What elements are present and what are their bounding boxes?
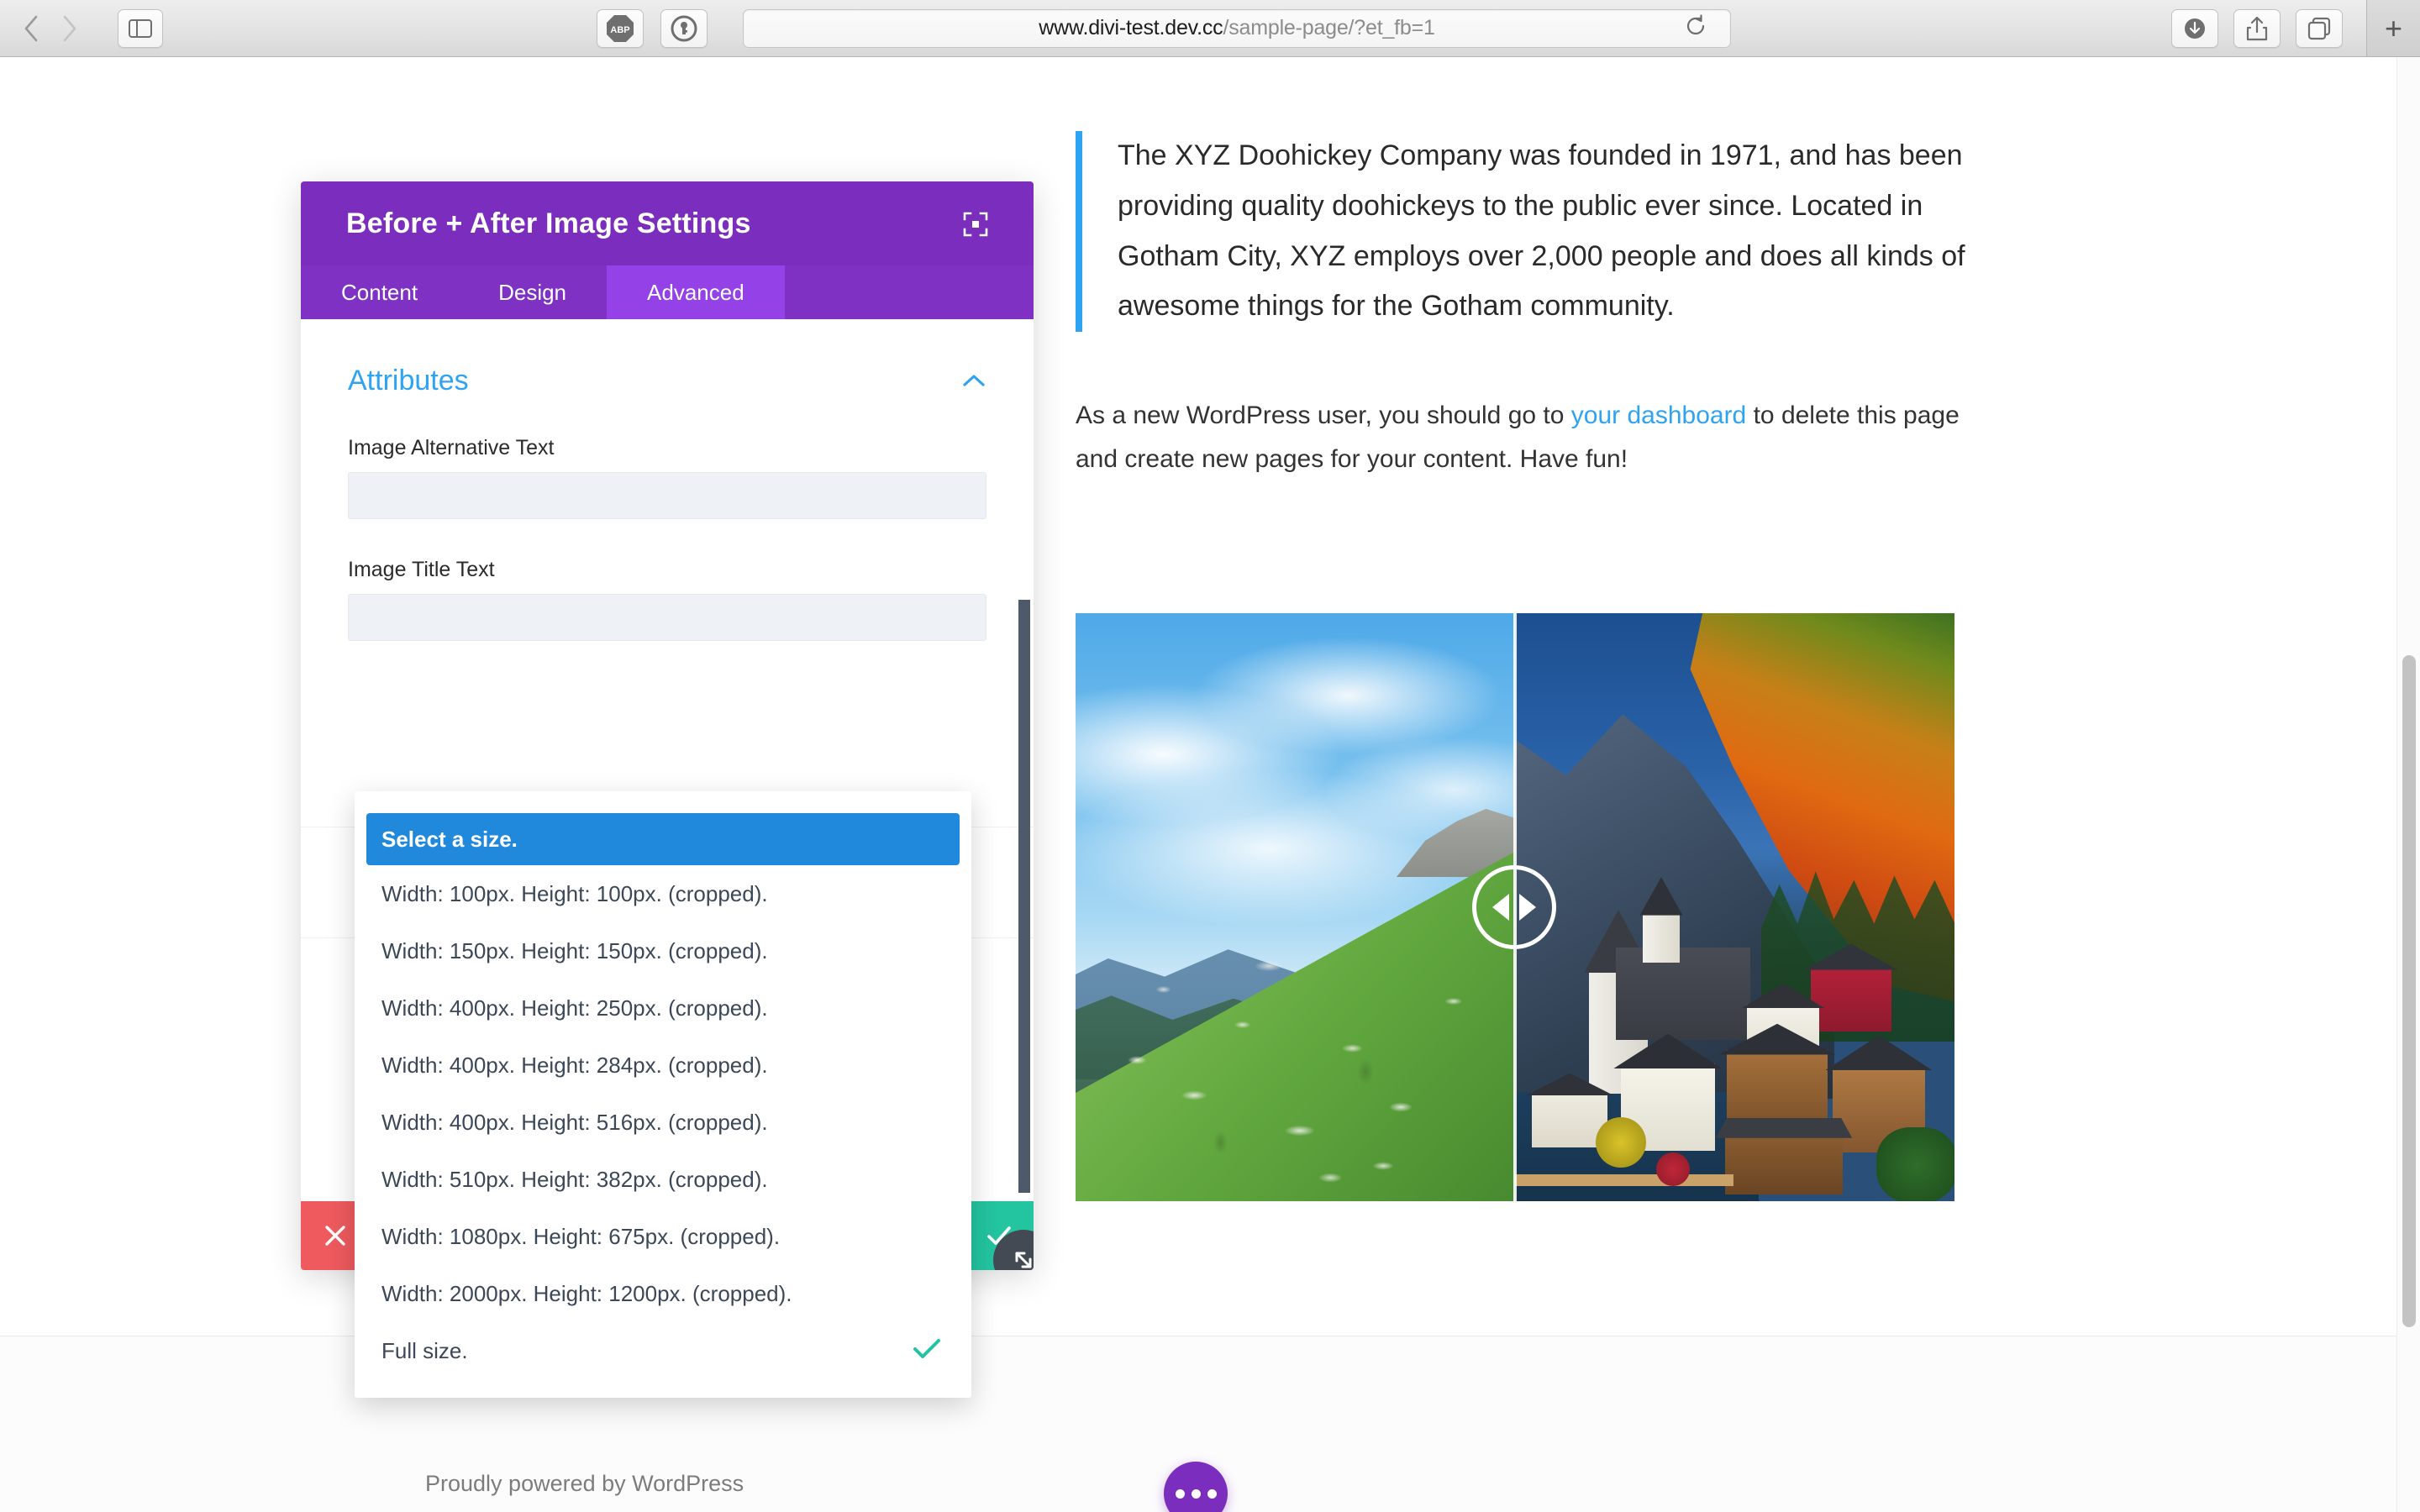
dropdown-item-label: Width: 400px. Height: 284px. (cropped). bbox=[381, 1052, 768, 1078]
svg-text:ABP: ABP bbox=[610, 25, 629, 35]
cancel-x-icon bbox=[325, 1226, 345, 1246]
attributes-section-header[interactable]: Attributes bbox=[301, 319, 1034, 397]
abp-icon: ABP bbox=[607, 14, 634, 42]
reload-icon bbox=[1686, 14, 1705, 35]
password-manager-button[interactable] bbox=[660, 8, 708, 48]
dropdown-item-label: Width: 400px. Height: 516px. (cropped). bbox=[381, 1109, 768, 1135]
before-scattered-rocks bbox=[1076, 613, 1515, 1201]
checkmark-icon bbox=[913, 1336, 941, 1365]
tab-advanced[interactable]: Advanced bbox=[607, 265, 785, 319]
back-button[interactable] bbox=[12, 9, 50, 48]
url-text: www.divi-test.dev.cc/sample-page/?et_fb=… bbox=[1039, 16, 1435, 40]
slider-right-arrow-icon bbox=[1519, 894, 1536, 921]
dropdown-item-label: Width: 150px. Height: 150px. (cropped). bbox=[381, 937, 768, 963]
village-church-nave bbox=[1616, 948, 1750, 1040]
new-tab-button[interactable]: + bbox=[2366, 0, 2420, 56]
chevron-up-icon[interactable] bbox=[961, 369, 986, 394]
before-after-image-module[interactable] bbox=[1076, 613, 1954, 1201]
village-clock-tower bbox=[1639, 877, 1683, 963]
chevron-right-icon bbox=[63, 15, 76, 41]
more-dot-2 bbox=[1191, 1488, 1201, 1499]
reload-button[interactable] bbox=[1685, 14, 1707, 42]
after-image bbox=[1515, 613, 1954, 1201]
tab-overview-button[interactable] bbox=[2296, 8, 2343, 48]
sidebar-toggle-icon bbox=[129, 18, 152, 38]
page-scrollbar[interactable] bbox=[2396, 57, 2420, 1512]
attributes-title: Attributes bbox=[348, 365, 469, 396]
dropdown-item[interactable]: Width: 2000px. Height: 1200px. (cropped)… bbox=[355, 1265, 971, 1322]
new-tab-label: + bbox=[2384, 10, 2403, 45]
modal-header: Before + After Image Settings bbox=[301, 181, 1034, 265]
slider-left-arrow-icon bbox=[1492, 894, 1509, 921]
page-scrollbar-thumb[interactable] bbox=[2402, 655, 2416, 1327]
blockquote-text: The XYZ Doohickey Company was founded in… bbox=[1118, 139, 1965, 323]
dropdown-item-highlighted[interactable]: Select a size. bbox=[366, 813, 960, 865]
address-bar[interactable]: www.divi-test.dev.cc/sample-page/?et_fb=… bbox=[743, 8, 1731, 48]
dropdown-item-label: Width: 2000px. Height: 1200px. (cropped)… bbox=[381, 1280, 792, 1306]
image-title-text-input[interactable] bbox=[348, 594, 986, 641]
share-button[interactable] bbox=[2233, 8, 2281, 48]
dropdown-item-selected[interactable]: Full size. bbox=[355, 1322, 971, 1379]
sidebar-toggle-button[interactable] bbox=[118, 8, 163, 48]
modal-title: Before + After Image Settings bbox=[346, 207, 751, 239]
dropdown-item-label: Width: 400px. Height: 250px. (cropped). bbox=[381, 995, 768, 1021]
before-image bbox=[1076, 613, 1515, 1201]
footer-credit: Proudly powered by WordPress bbox=[425, 1471, 744, 1496]
dropdown-item[interactable]: Width: 400px. Height: 516px. (cropped). bbox=[355, 1094, 971, 1151]
navigation-buttons bbox=[12, 9, 89, 48]
page-content-column: The XYZ Doohickey Company was founded in… bbox=[1076, 131, 1966, 520]
more-dot-1 bbox=[1175, 1488, 1185, 1499]
field-image-title-text: Image Title Text bbox=[301, 558, 1034, 641]
dropdown-item[interactable]: Width: 400px. Height: 284px. (cropped). bbox=[355, 1037, 971, 1094]
blockquote: The XYZ Doohickey Company was founded in… bbox=[1076, 131, 1966, 333]
adblock-plus-button[interactable]: ABP bbox=[597, 8, 644, 48]
more-dot-3 bbox=[1207, 1488, 1217, 1499]
browser-toolbar: ABP www.divi-test.dev.cc/sample-page/?et… bbox=[0, 0, 2420, 57]
field-label-image-title-text: Image Title Text bbox=[348, 558, 495, 581]
download-icon bbox=[2185, 18, 2205, 39]
dropdown-item[interactable]: Width: 400px. Height: 250px. (cropped). bbox=[355, 979, 971, 1037]
dropdown-item[interactable]: Width: 1080px. Height: 675px. (cropped). bbox=[355, 1208, 971, 1265]
dashboard-link[interactable]: your dashboard bbox=[1571, 402, 1746, 429]
downloads-button[interactable] bbox=[2171, 8, 2218, 48]
tab-content[interactable]: Content bbox=[301, 265, 458, 319]
dropdown-item-label: Width: 1080px. Height: 675px. (cropped). bbox=[381, 1223, 781, 1249]
dropdown-item[interactable]: Width: 510px. Height: 382px. (cropped). bbox=[355, 1151, 971, 1208]
village-fence bbox=[1515, 1174, 1733, 1186]
share-icon bbox=[2246, 16, 2268, 40]
intro-paragraph: As a new WordPress user, you should go t… bbox=[1076, 394, 1966, 480]
chevron-left-icon bbox=[24, 15, 38, 41]
village-chalet-2 bbox=[1718, 1023, 1836, 1127]
url-host: www.divi-test.dev.cc bbox=[1039, 16, 1223, 39]
intro-text-before: As a new WordPress user, you should go t… bbox=[1076, 402, 1571, 430]
tab-design[interactable]: Design bbox=[458, 265, 607, 319]
village-green-trees bbox=[1876, 1127, 1954, 1201]
expand-fullscreen-icon[interactable] bbox=[963, 212, 988, 237]
field-image-alt-text: Image Alternative Text bbox=[301, 436, 1034, 519]
resize-diagonal-icon bbox=[1015, 1252, 1032, 1268]
field-label-image-alt-text: Image Alternative Text bbox=[348, 436, 555, 459]
village-red-shrub bbox=[1656, 1152, 1690, 1186]
toolbar-right-buttons bbox=[2171, 8, 2343, 48]
village-yellow-tree bbox=[1596, 1117, 1646, 1168]
dropdown-item-label: Width: 510px. Height: 382px. (cropped). bbox=[381, 1166, 768, 1192]
dropdown-item[interactable]: Width: 150px. Height: 150px. (cropped). bbox=[355, 922, 971, 979]
image-size-dropdown[interactable]: Select a size. Width: 100px. Height: 100… bbox=[355, 791, 971, 1398]
modal-scrollbar-thumb[interactable] bbox=[1018, 600, 1030, 1193]
before-after-slider-handle[interactable] bbox=[1472, 865, 1556, 949]
modal-tabs: Content Design Advanced bbox=[301, 265, 1034, 319]
dropdown-item[interactable]: Width: 100px. Height: 100px. (cropped). bbox=[355, 865, 971, 922]
image-alt-text-input[interactable] bbox=[348, 472, 986, 519]
page-viewport: The XYZ Doohickey Company was founded in… bbox=[0, 57, 2420, 1512]
dropdown-item-label: Width: 100px. Height: 100px. (cropped). bbox=[381, 880, 768, 906]
village-boathouse bbox=[1715, 1118, 1853, 1194]
url-path: /sample-page/?et_fb=1 bbox=[1223, 16, 1435, 39]
forward-button[interactable] bbox=[50, 9, 89, 48]
tab-overview-icon bbox=[2307, 17, 2331, 39]
key-icon bbox=[671, 15, 697, 41]
after-village bbox=[1515, 840, 1954, 1201]
dropdown-item-label: Full size. bbox=[381, 1337, 468, 1363]
village-red-house bbox=[1804, 943, 1898, 1032]
